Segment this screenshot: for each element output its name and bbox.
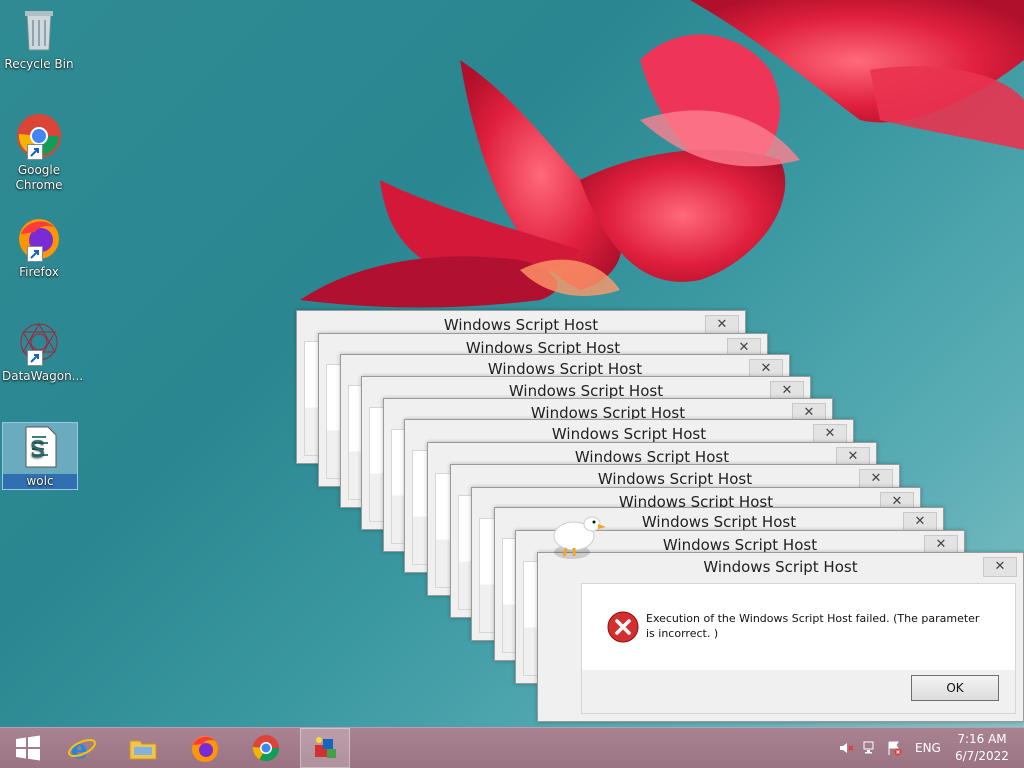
script-app-icon — [315, 737, 336, 758]
taskbar-internet-explorer[interactable]: e — [54, 728, 110, 768]
ok-button[interactable]: OK — [911, 675, 999, 701]
recycle-bin-icon — [15, 6, 63, 54]
dialog-body: Execution of the Windows Script Host fai… — [581, 583, 1016, 714]
desktop-icon-google-chrome[interactable]: Google Chrome — [2, 112, 76, 193]
datawagon-icon — [15, 318, 63, 366]
svg-text:S: S — [30, 438, 45, 463]
script-file-icon: S — [16, 423, 64, 471]
chrome-icon — [15, 112, 63, 160]
language-indicator[interactable]: ENG — [915, 741, 941, 755]
action-center-flag-icon[interactable] — [886, 740, 902, 756]
taskbar: e ENG 7:16 AM 6/7/2022 — [0, 727, 1024, 768]
taskbar-script-app[interactable] — [300, 728, 350, 768]
dialog-close-button[interactable]: ✕ — [813, 424, 847, 444]
shortcut-arrow-icon — [27, 246, 43, 262]
file-explorer-icon — [129, 740, 157, 760]
internet-explorer-icon: e — [68, 735, 96, 763]
firefox-icon — [15, 214, 63, 262]
svg-text:e: e — [71, 735, 88, 763]
error-dialog[interactable]: Windows Script Host ✕ Execution of the W… — [537, 552, 1024, 722]
taskbar-chrome[interactable] — [238, 728, 294, 768]
dialog-close-button[interactable]: ✕ — [983, 557, 1017, 577]
dialog-close-button[interactable]: ✕ — [903, 512, 937, 532]
windows-start-icon — [16, 735, 40, 761]
start-button[interactable] — [0, 728, 56, 768]
taskbar-file-explorer[interactable] — [115, 728, 171, 768]
desktop-icon-datawagon[interactable]: DataWagon... — [2, 318, 83, 384]
dialog-message-panel: Execution of the Windows Script Host fai… — [582, 584, 1015, 670]
shortcut-arrow-icon — [27, 350, 43, 366]
dialog-close-button[interactable]: ✕ — [705, 315, 739, 335]
shortcut-arrow-icon — [27, 144, 43, 160]
clock-date[interactable]: 6/7/2022 — [955, 749, 1009, 763]
dialog-message: Execution of the Windows Script Host fai… — [646, 612, 980, 640]
clock-time[interactable]: 7:16 AM — [957, 732, 1007, 746]
firefox-icon — [192, 736, 218, 762]
desktop-icon-firefox[interactable]: Firefox — [2, 214, 76, 280]
dialog-title: Windows Script Host — [703, 558, 858, 576]
desktop-icon-recycle-bin[interactable]: Recycle Bin — [2, 6, 76, 72]
network-icon[interactable] — [862, 740, 878, 756]
goose-icon — [553, 516, 606, 559]
volume-muted-icon[interactable] — [838, 740, 854, 756]
chrome-icon — [252, 735, 280, 762]
desktop-icon-wolc[interactable]: S wolc — [2, 422, 78, 490]
dialog-close-button[interactable]: ✕ — [859, 469, 893, 489]
error-icon — [607, 611, 639, 643]
taskbar-firefox[interactable] — [177, 728, 233, 768]
